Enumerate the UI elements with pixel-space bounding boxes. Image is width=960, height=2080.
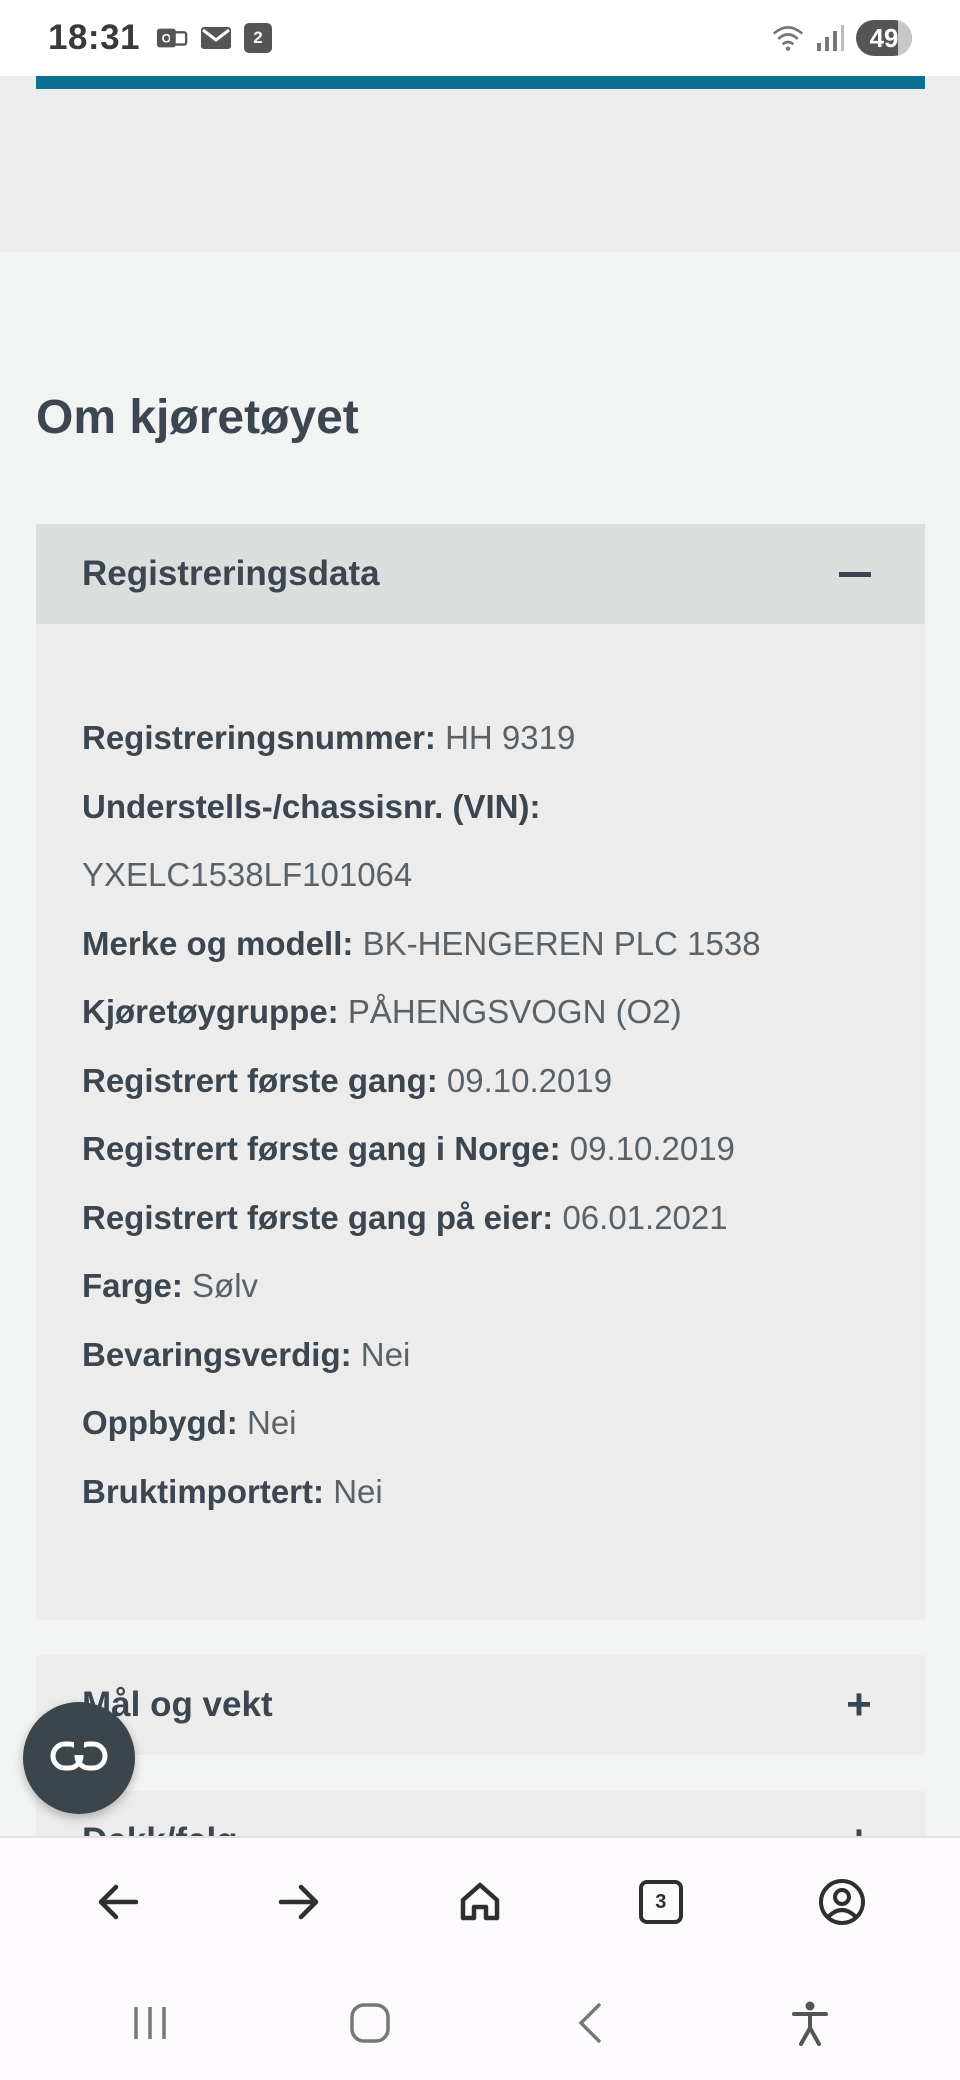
recent-apps-button[interactable] — [110, 1983, 190, 2063]
tabs-button[interactable]: 3 — [621, 1862, 701, 1942]
accessibility-icon — [792, 2001, 828, 2046]
row-value: 09.10.2019 — [569, 1130, 735, 1167]
browser-toolbar: 3 — [0, 1836, 960, 1966]
accordion-registreringsdata: Registreringsdata Registreringsnummer: H… — [36, 524, 925, 1620]
data-row: Bruktimportert: Nei — [82, 1458, 879, 1527]
home-button[interactable] — [440, 1862, 520, 1942]
home-circle-icon — [350, 2003, 390, 2043]
account-icon — [818, 1879, 865, 1925]
home-icon — [460, 1882, 500, 1921]
status-time: 18:31 — [48, 18, 141, 57]
collapse-minus-icon[interactable] — [839, 571, 879, 577]
data-row: Understells-/chassisnr. (VIN): — [82, 773, 879, 842]
data-row: Registrert første gang i Norge: 09.10.20… — [82, 1115, 879, 1184]
outlook-icon: O — [156, 24, 188, 52]
accordion-body: Registreringsnummer: HH 9319 Understells… — [36, 624, 925, 1606]
row-label: Bevaringsverdig: — [82, 1335, 352, 1373]
hero-area — [0, 76, 960, 252]
status-bar: 18:31 O 2 49 — [0, 0, 960, 76]
link-icon — [50, 1739, 108, 1778]
row-value: 06.01.2021 — [562, 1198, 728, 1236]
forward-button[interactable] — [259, 1862, 339, 1942]
accessibility-button[interactable] — [770, 1983, 850, 2063]
section-title: Om kjøretøyet — [36, 391, 359, 444]
mail-icon — [200, 24, 232, 52]
back-arrow-icon — [99, 1884, 139, 1920]
accordion-title: Registreringsdata — [82, 554, 380, 593]
data-row: Farge: Sølv — [82, 1252, 879, 1321]
row-label: Registrert første gang på eier: — [82, 1198, 554, 1236]
accordion-header-mal-og-vekt[interactable]: Mål og vekt + — [36, 1655, 925, 1755]
row-value: HH 9319 — [445, 719, 576, 756]
back-button[interactable] — [78, 1862, 158, 1942]
row-value: PÅHENGSVOGN (O2) — [347, 993, 682, 1030]
row-label: Understells-/chassisnr. (VIN): — [82, 787, 541, 825]
wifi-icon — [772, 24, 804, 52]
back-chevron-icon — [578, 2003, 601, 2043]
svg-text:O: O — [162, 32, 172, 46]
accordion-header-registreringsdata[interactable]: Registreringsdata — [36, 524, 925, 624]
system-back-button[interactable] — [550, 1983, 630, 2063]
data-row: YXELC1538LF101064 — [82, 841, 879, 910]
row-label: Registrert første gang i Norge: — [82, 1130, 561, 1167]
data-row: Bevaringsverdig: Nei — [82, 1321, 879, 1390]
row-label: Farge: — [82, 1267, 183, 1304]
calendar-icon: 2 — [244, 23, 273, 53]
row-value: Nei — [246, 1404, 297, 1441]
row-label: Kjøretøygruppe: — [82, 993, 339, 1030]
recent-apps-icon — [134, 2007, 166, 2039]
data-row: Registreringsnummer: HH 9319 — [82, 704, 879, 773]
system-home-button[interactable] — [330, 1983, 410, 2063]
data-row: Oppbygd: Nei — [82, 1389, 879, 1458]
row-value: Nei — [360, 1335, 411, 1373]
system-nav-bar — [0, 1966, 960, 2080]
tabs-icon: 3 — [638, 1880, 683, 1924]
row-label: Merke og modell: — [82, 924, 354, 962]
data-row: Registrert første gang: 09.10.2019 — [82, 1047, 879, 1116]
row-value: YXELC1538LF101064 — [82, 856, 413, 893]
data-row: Registrert første gang på eier: 06.01.20… — [82, 1184, 879, 1253]
row-value: Nei — [333, 1472, 383, 1510]
data-row: Merke og modell: BK-HENGEREN PLC 1538 — [82, 910, 879, 979]
row-value: Sølv — [192, 1267, 259, 1304]
link-fab-button[interactable] — [23, 1702, 135, 1814]
accent-bar — [36, 76, 925, 89]
row-label: Oppbygd: — [82, 1404, 238, 1441]
forward-arrow-icon — [278, 1884, 319, 1920]
accordion-mal-og-vekt[interactable]: Mål og vekt + — [36, 1655, 925, 1755]
account-button[interactable] — [802, 1862, 882, 1942]
row-value: 09.10.2019 — [446, 1061, 613, 1099]
expand-plus-icon[interactable]: + — [839, 1680, 879, 1730]
signal-icon — [814, 24, 846, 52]
battery-indicator: 49 — [856, 20, 912, 56]
data-row: Kjøretøygruppe: PÅHENGSVOGN (O2) — [82, 978, 879, 1047]
row-value: BK-HENGEREN PLC 1538 — [362, 924, 761, 962]
row-label: Registrert første gang: — [82, 1061, 438, 1099]
row-label: Registreringsnummer: — [82, 719, 436, 756]
row-label: Bruktimportert: — [82, 1472, 325, 1510]
